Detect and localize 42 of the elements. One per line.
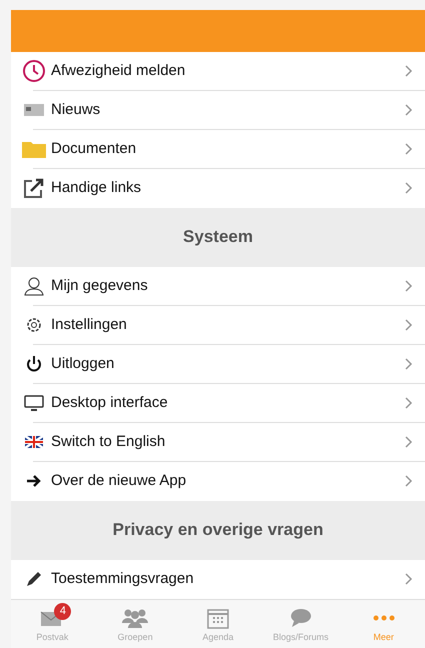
chevron-icon: [405, 65, 413, 78]
section-title: Systeem: [183, 226, 253, 248]
newspaper-icon: [23, 102, 45, 118]
chevron-icon: [405, 436, 413, 448]
user-icon: [24, 276, 44, 296]
flag-icon: [25, 436, 43, 448]
chevron-icon: [405, 104, 413, 116]
menu-label: Afwezigheid melden: [51, 60, 186, 81]
chevron-icon: [405, 475, 413, 488]
chevron-icon: [405, 358, 413, 370]
chevron-icon: [405, 397, 413, 410]
menu-label: Instellingen: [51, 314, 128, 335]
tab[interactable]: 4 Postvak: [11, 600, 94, 648]
chevron-icon: [405, 280, 413, 292]
arrow-icon: [26, 474, 42, 488]
power-icon: [25, 355, 43, 374]
menu-label: Over de nieuwe App: [51, 470, 188, 491]
monitor-icon: [24, 394, 44, 412]
group-icon: [120, 608, 150, 628]
settings-icon: [25, 316, 43, 334]
menu-label: Handige links: [51, 178, 142, 198]
chevron-icon: [405, 182, 413, 194]
menu-label: Documenten: [51, 138, 138, 159]
external-link-icon: [23, 177, 45, 200]
pencil-icon: [25, 570, 43, 588]
menu-label: Switch to English: [51, 432, 166, 452]
menu-label: Toestemmingsvragen: [51, 568, 195, 589]
badge: 4: [54, 602, 72, 620]
calendar-icon: [206, 606, 229, 629]
more-icon: [372, 614, 395, 621]
chevron-icon: [405, 573, 413, 586]
chevron-icon: [405, 319, 413, 332]
clock-icon: [22, 59, 46, 84]
chat-bubble-icon: [290, 608, 312, 628]
folder-icon: [22, 140, 46, 158]
menu-label: Desktop interface: [51, 392, 169, 413]
chevron-icon: [405, 143, 413, 156]
menu-label: Mijn gegevens: [51, 276, 149, 296]
menu-label: Nieuws: [51, 100, 102, 120]
menu-item[interactable]: Mijn gegevens: [11, 266, 425, 306]
menu-label: Uitloggen: [51, 354, 116, 374]
section-title: Privacy en overige vragen: [112, 519, 324, 542]
